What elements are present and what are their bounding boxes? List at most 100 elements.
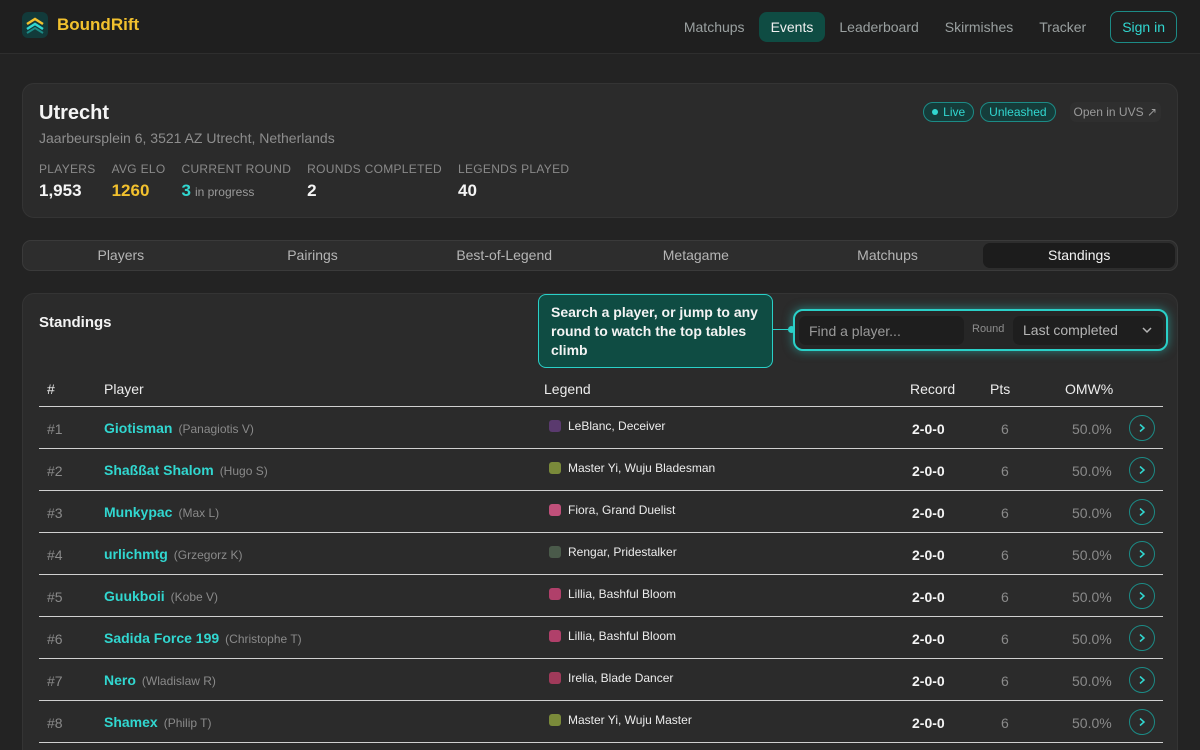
row-player-name[interactable]: Nero (Wladislaw R) xyxy=(104,672,216,688)
row-player-name[interactable]: Giotisman (Panagiotis V) xyxy=(104,420,254,436)
table-row[interactable]: #5 Guukboii (Kobe V) Lillia, Bashful Bloom 2… xyxy=(39,575,1163,617)
row-record: 2-0-0 xyxy=(912,589,945,605)
chevron-right-icon[interactable] xyxy=(1129,625,1155,651)
player-handle[interactable]: Giotisman xyxy=(104,420,172,436)
row-points: 6 xyxy=(1001,463,1009,479)
row-omw: 50.0% xyxy=(1072,715,1112,731)
tab-pairings[interactable]: Pairings xyxy=(217,243,409,268)
chevron-right-icon[interactable] xyxy=(1129,583,1155,609)
header-rank: # xyxy=(47,381,55,397)
tab-standings[interactable]: Standings xyxy=(983,243,1176,268)
stat-current-round: CURRENT ROUND 3 in progress xyxy=(181,162,291,201)
row-record: 2-0-0 xyxy=(912,631,945,647)
player-handle[interactable]: Shaßßat Shalom xyxy=(104,462,214,478)
event-tabs: Players Pairings Best-of-Legend Metagame… xyxy=(22,240,1178,271)
player-handle[interactable]: Munkypac xyxy=(104,504,172,520)
nav-item-leaderboard[interactable]: Leaderboard xyxy=(827,12,930,42)
standings-panel: Standings Search a player, or jump to an… xyxy=(22,293,1178,750)
nav-item-events[interactable]: Events xyxy=(758,12,826,42)
player-handle[interactable]: Sadida Force 199 xyxy=(104,630,219,646)
round-label: Round xyxy=(972,323,1005,335)
stat-rounds-completed: ROUNDS COMPLETED 2 xyxy=(307,162,442,201)
live-badge-label: Live xyxy=(943,105,966,119)
chevron-right-icon[interactable] xyxy=(1129,457,1155,483)
chevron-right-icon[interactable] xyxy=(1129,541,1155,567)
stat-value: 1,953 xyxy=(39,181,82,200)
legend-name: Fiora, Grand Duelist xyxy=(568,503,676,517)
row-points: 6 xyxy=(1001,589,1009,605)
stat-players: PLAYERS 1,953 xyxy=(39,162,96,201)
table-row[interactable]: #8 Shamex (Philip T) Master Yi, Wuju Master… xyxy=(39,701,1163,743)
open-in-uvs-link[interactable]: Open in UVS ↗ xyxy=(1069,102,1161,122)
stat-label: AVG ELO xyxy=(111,162,166,176)
legend-portrait-icon xyxy=(549,420,561,432)
player-handle[interactable]: Nero xyxy=(104,672,136,688)
row-player-name[interactable]: Shaßßat Shalom (Hugo S) xyxy=(104,462,268,478)
stat-label: LEGENDS PLAYED xyxy=(458,162,570,176)
row-points: 6 xyxy=(1001,715,1009,731)
chevron-down-icon xyxy=(1141,323,1153,339)
table-header: # Player Legend Record Pts OMW% xyxy=(39,369,1163,407)
nav-item-skirmishes[interactable]: Skirmishes xyxy=(933,12,1025,42)
table-row[interactable]: #4 urlichmtg (Grzegorz K) Rengar, Pridestal… xyxy=(39,533,1163,575)
legend-portrait-icon xyxy=(549,672,561,684)
external-link-icon: ↗ xyxy=(1146,105,1157,119)
header-record: Record xyxy=(910,381,956,397)
row-player-name[interactable]: Sadida Force 199 (Christophe T) xyxy=(104,630,302,646)
legend-name: Irelia, Blade Dancer xyxy=(568,671,674,685)
stat-value: 2 xyxy=(307,181,317,200)
row-rank: #2 xyxy=(47,463,63,479)
player-handle[interactable]: urlichmtg xyxy=(104,546,168,562)
format-badge: Unleashed xyxy=(980,102,1056,122)
table-body: #1 Giotisman (Panagiotis V) LeBlanc, Deceiv… xyxy=(39,407,1163,743)
row-rank: #3 xyxy=(47,505,63,521)
table-row[interactable]: #2 Shaßßat Shalom (Hugo S) Master Yi, Wuju … xyxy=(39,449,1163,491)
row-omw: 50.0% xyxy=(1072,673,1112,689)
brand-name: BoundRift xyxy=(57,15,140,34)
legend-portrait-icon xyxy=(549,462,561,474)
player-real-name: (Christophe T) xyxy=(225,632,302,646)
row-points: 6 xyxy=(1001,547,1009,563)
tab-metagame[interactable]: Metagame xyxy=(600,243,792,268)
row-record: 2-0-0 xyxy=(912,715,945,731)
stat-value: 3 in progress xyxy=(181,181,291,201)
round-select[interactable]: Last completed xyxy=(1013,316,1163,345)
row-rank: #4 xyxy=(47,547,63,563)
table-row[interactable]: #3 Munkypac (Max L) Fiora, Grand Duelist 2-0… xyxy=(39,491,1163,533)
row-player-name[interactable]: Munkypac (Max L) xyxy=(104,504,219,520)
nav-item-tracker[interactable]: Tracker xyxy=(1027,12,1098,42)
sign-in-button[interactable]: Sign in xyxy=(1110,11,1177,43)
tab-players[interactable]: Players xyxy=(25,243,217,268)
row-player-name[interactable]: Shamex (Philip T) xyxy=(104,714,212,730)
row-omw: 50.0% xyxy=(1072,547,1112,563)
row-rank: #1 xyxy=(47,421,63,437)
chevron-right-icon[interactable] xyxy=(1129,415,1155,441)
tab-best-of-legend[interactable]: Best-of-Legend xyxy=(408,243,600,268)
chevron-right-icon[interactable] xyxy=(1129,667,1155,693)
event-title: Utrecht xyxy=(39,102,110,124)
row-player-name[interactable]: Guukboii (Kobe V) xyxy=(104,588,218,604)
table-row[interactable]: #1 Giotisman (Panagiotis V) LeBlanc, Deceiv… xyxy=(39,407,1163,449)
open-in-uvs-label: Open in UVS xyxy=(1073,105,1144,119)
player-handle[interactable]: Guukboii xyxy=(104,588,165,604)
brand-logo[interactable]: BoundRift xyxy=(22,12,139,38)
event-badges: Live Unleashed Open in UVS ↗ xyxy=(917,102,1161,122)
row-omw: 50.0% xyxy=(1072,505,1112,521)
chevron-right-icon[interactable] xyxy=(1129,499,1155,525)
legend-name: Rengar, Pridestalker xyxy=(568,545,677,559)
player-search-input[interactable] xyxy=(799,316,964,345)
legend-portrait-icon xyxy=(549,588,561,600)
chevron-right-icon[interactable] xyxy=(1129,709,1155,735)
player-handle[interactable]: Shamex xyxy=(104,714,158,730)
standings-filter-bar: Round Last completed xyxy=(793,309,1168,351)
header-player: Player xyxy=(104,381,144,397)
table-row[interactable]: #6 Sadida Force 199 (Christophe T) Lillia, … xyxy=(39,617,1163,659)
row-player-name[interactable]: urlichmtg (Grzegorz K) xyxy=(104,546,242,562)
row-record: 2-0-0 xyxy=(912,505,945,521)
nav-item-matchups[interactable]: Matchups xyxy=(672,12,757,42)
row-omw: 50.0% xyxy=(1072,589,1112,605)
table-row[interactable]: #7 Nero (Wladislaw R) Irelia, Blade Dancer 2… xyxy=(39,659,1163,701)
tab-matchups[interactable]: Matchups xyxy=(792,243,984,268)
row-points: 6 xyxy=(1001,631,1009,647)
legend-name: Master Yi, Wuju Bladesman xyxy=(568,461,716,475)
